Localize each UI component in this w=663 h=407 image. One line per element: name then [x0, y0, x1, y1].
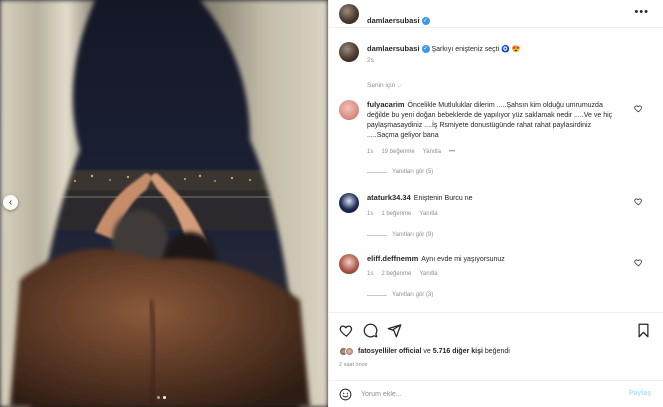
post-header: damlaersubasi ✓ ••• [329, 0, 663, 28]
comment-time: 1s [367, 149, 374, 155]
comment-filter-dropdown[interactable]: Senin için ⌵ [367, 82, 402, 90]
author-username[interactable]: damlaersubasi [367, 16, 420, 25]
post-details-panel: damlaersubasi ✓ ••• damlaersubasi ✓ Şarkıy… [328, 0, 663, 407]
replies-divider [367, 171, 387, 173]
comment-likes[interactable]: 2 beğenme [381, 271, 411, 277]
view-replies-label: Yanıtları gör (9) [392, 232, 434, 238]
likes-others[interactable]: 5.716 diğer kişi [433, 348, 483, 355]
comment-time: 1s [367, 271, 374, 277]
comment-reply-button[interactable]: Yanıtla [423, 149, 441, 155]
comment-text: Eniştenin Burcu ne [413, 195, 473, 202]
heart-icon[interactable] [339, 323, 354, 338]
comment-more-icon[interactable]: ••• [449, 149, 455, 155]
view-replies-button[interactable]: Yanıtları gör (9) [367, 232, 433, 238]
comment-time: 1s [367, 211, 374, 217]
more-icon[interactable]: ••• [634, 6, 649, 18]
author-avatar[interactable] [339, 4, 359, 24]
post-action-bar [329, 312, 663, 352]
caption-text-row: damlaersubasi ✓ Şarkıyı enişteniz seçti 🧿… [367, 44, 647, 55]
carousel-dot-active [163, 396, 166, 399]
author-name-row: damlaersubasi ✓ [367, 10, 430, 28]
comment-text: Aynı evde mi yaşıyorsunuz [421, 256, 505, 263]
likes-suffix: beğendi [484, 348, 510, 355]
share-icon[interactable] [387, 323, 402, 338]
comment-avatar[interactable] [339, 193, 359, 213]
liker-username[interactable]: fatosyelliler official [358, 348, 421, 355]
heart-icon[interactable] [634, 197, 643, 206]
comment-username[interactable]: ataturk34.34 [367, 193, 411, 202]
verified-icon: ✓ [421, 45, 430, 53]
bookmark-icon[interactable] [636, 323, 651, 338]
likes-text: fatosyelliler official ve 5.716 diğer ki… [358, 348, 510, 355]
replies-divider [367, 294, 387, 296]
comment-meta: 1s 1 beğenme Yanıtla [367, 211, 438, 217]
comment-avatar[interactable] [339, 100, 359, 120]
replies-divider [367, 234, 387, 236]
carousel-prev-button[interactable]: ‹ [3, 195, 18, 210]
comment-item: ataturk34.34 Eniştenin Burcu ne 1s 1 beğe… [339, 193, 642, 243]
heart-icon[interactable] [634, 258, 643, 267]
emoji-icon[interactable] [339, 388, 352, 401]
caption-timestamp: 2s [367, 57, 374, 64]
comment-meta: 1s 2 beğenme Yanıtla [367, 271, 438, 277]
view-replies-label: Yanıtları gör (5) [392, 169, 434, 175]
comment-likes[interactable]: 1 beğenme [381, 211, 411, 217]
likes-connector: ve [423, 348, 431, 355]
view-replies-button[interactable]: Yanıtları gör (3) [367, 292, 433, 298]
comment-icon[interactable] [363, 323, 378, 338]
comment-item: eliff.deffnemm Aynı evde mi yaşıyorsunuz … [339, 254, 642, 304]
comment-likes[interactable]: 19 beğenme [381, 149, 414, 155]
comment-reply-button[interactable]: Yanıtla [419, 271, 437, 277]
heart-icon[interactable] [634, 104, 643, 113]
caption-text: Şarkıyı enişteniz seçti 🧿 😍 [431, 46, 521, 53]
view-replies-button[interactable]: Yanıtları gör (5) [367, 169, 433, 175]
post-comment-button[interactable]: Paylaş [629, 390, 651, 397]
post-photo[interactable]: ‹ [0, 0, 328, 407]
comment-item: fulyacarim Öncelikle Mutluluklar dilerim … [339, 100, 642, 180]
view-replies-label: Yanıtları gör (3) [392, 292, 434, 298]
add-comment-bar: Paylaş [329, 380, 663, 407]
comment-input[interactable] [361, 386, 581, 402]
carousel-dot [157, 396, 160, 399]
comment-username[interactable]: fulyacarim [367, 100, 405, 109]
comment-text-block: ataturk34.34 Eniştenin Burcu ne [367, 193, 617, 204]
post-timestamp: 2 saat önce [339, 362, 368, 368]
comment-text-block: eliff.deffnemm Aynı evde mi yaşıyorsunuz [367, 254, 617, 265]
verified-icon: ✓ [421, 17, 430, 25]
likes-summary[interactable]: fatosyelliler official ve 5.716 diğer ki… [339, 347, 510, 356]
comment-reply-button[interactable]: Yanıtla [419, 211, 437, 217]
comment-avatar[interactable] [339, 254, 359, 274]
caption-avatar[interactable] [339, 42, 359, 62]
comment-text-block: fulyacarim Öncelikle Mutluluklar dilerim … [367, 100, 617, 141]
photo-scene [0, 0, 328, 407]
liker-avatar [345, 347, 354, 356]
comment-meta: 1s 19 beğenme Yanıtla ••• [367, 149, 455, 155]
carousel-indicator [157, 396, 166, 399]
chevron-left-icon: ‹ [8, 196, 13, 208]
caption-username[interactable]: damlaersubasi [367, 44, 420, 53]
comment-username[interactable]: eliff.deffnemm [367, 254, 418, 263]
